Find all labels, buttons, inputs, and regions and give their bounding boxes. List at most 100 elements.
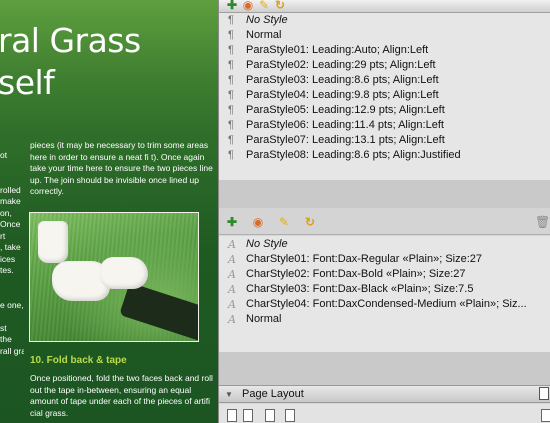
page-options-icon[interactable]: [285, 409, 295, 422]
pilcrow-icon: ¶: [228, 89, 234, 101]
style-list-item[interactable]: A CharStyle03: Font:Dax-Black «Plain»; Si…: [219, 282, 550, 297]
document-page: ral Grass self ot rolled make on, Once rt, ta…: [0, 0, 218, 423]
style-name: ParaStyle02: Leading:29 pts; Align:Left: [246, 59, 436, 71]
glove-left: [38, 221, 68, 263]
new-style-icon[interactable]: ✚: [225, 215, 239, 229]
left-column-fragment: rolled: [0, 184, 21, 195]
left-column-fragment: tes.: [0, 265, 14, 275]
load-styles-icon[interactable]: ◉: [241, 0, 255, 12]
body-paragraph-top: pieces (it may be necessary to trim some…: [30, 140, 213, 196]
style-name: CharStyle02: Font:Dax-Bold «Plain»; Size…: [246, 268, 466, 280]
new-style-icon[interactable]: ✚: [225, 0, 239, 12]
style-list-item[interactable]: A CharStyle02: Font:Dax-Bold «Plain»; Siz…: [219, 267, 550, 282]
heading-line-1: ral Grass: [0, 21, 141, 60]
paragraph-styles-toolbar: ✚ ◉ ✎ ↻: [219, 0, 550, 13]
list-empty-area: [219, 352, 550, 385]
style-list-item[interactable]: A Normal: [219, 312, 550, 327]
grass-edge-shadow: [119, 282, 198, 341]
style-name: CharStyle04: Font:DaxCondensed-Medium «P…: [246, 298, 527, 310]
style-list-item[interactable]: ¶ ParaStyle03: Leading:8.6 pts; Align:Lef…: [219, 73, 550, 88]
style-name: ParaStyle03: Leading:8.6 pts; Align:Left: [246, 74, 439, 86]
character-style-icon: A: [228, 268, 236, 281]
trash-icon[interactable]: 🗑: [535, 215, 550, 229]
style-name: ParaStyle07: Leading:13.1 pts; Align:Lef…: [246, 134, 445, 146]
style-list-item[interactable]: A No Style: [219, 237, 550, 252]
style-list-item[interactable]: ¶ ParaStyle07: Leading:13.1 pts; Align:Le…: [219, 133, 550, 148]
pilcrow-icon: ¶: [228, 44, 234, 56]
left-column-fragment: st: [0, 322, 7, 333]
style-list-item[interactable]: ¶ No Style: [219, 13, 550, 28]
left-column-fragment: , take: [0, 242, 21, 252]
step-subheading: 10. Fold back & tape: [30, 355, 127, 366]
pilcrow-icon: ¶: [228, 29, 234, 41]
article-heading: ral Grass self: [0, 20, 218, 104]
list-empty-area: [219, 180, 550, 208]
character-style-icon: A: [228, 313, 236, 326]
left-column-fragment: Once: [0, 219, 21, 229]
style-name: ParaStyle04: Leading:9.8 pts; Align:Left: [246, 89, 439, 101]
left-column-fragment: on,: [0, 207, 12, 218]
left-column-fragment: rt: [0, 230, 6, 241]
paragraph-styles-list: ¶ No Style ¶ Normal ¶ ParaStyle01: Leading:Au…: [219, 13, 550, 180]
style-name: CharStyle01: Font:Dax-Regular «Plain»; S…: [246, 253, 483, 265]
style-name: ParaStyle06: Leading:11.4 pts; Align:Lef…: [246, 119, 444, 131]
style-name: Normal: [246, 313, 282, 325]
style-list-item[interactable]: ¶ ParaStyle05: Leading:12.9 pts; Align:Le…: [219, 103, 550, 118]
new-master-icon[interactable]: [243, 409, 253, 422]
duplicate-page-icon[interactable]: [265, 409, 275, 422]
disclosure-triangle-icon[interactable]: ▼: [225, 386, 233, 403]
style-name: No Style: [246, 238, 288, 250]
glove-right: [100, 257, 148, 289]
left-column-fragment: e one,: [0, 299, 24, 310]
grass-photo: [29, 212, 199, 342]
left-column-fragment: rall grass: [0, 345, 24, 356]
style-name: ParaStyle01: Leading:Auto; Align:Left: [246, 44, 429, 56]
page-layout-title: Page Layout: [242, 388, 304, 400]
edit-style-icon[interactable]: ✎: [277, 215, 291, 229]
character-styles-toolbar: ✚ ◉ ✎ ↻ 🗑: [219, 208, 550, 235]
style-list-item[interactable]: ¶ ParaStyle01: Leading:Auto; Align:Left: [219, 43, 550, 58]
pilcrow-icon: ¶: [228, 149, 234, 161]
page-layout-toolbar: [219, 404, 550, 423]
style-list-item[interactable]: ¶ Normal: [219, 28, 550, 43]
character-styles-list: A No Style A CharStyle01: Font:Dax-Regular …: [219, 236, 550, 352]
left-column-text: ot rolled make on, Once rt, take ices tes. e one…: [0, 150, 24, 357]
heading-line-2: self: [0, 63, 55, 102]
character-style-icon: A: [228, 253, 236, 266]
panel-menu-icon[interactable]: [539, 387, 549, 400]
pilcrow-icon: ¶: [228, 14, 234, 26]
left-column-fragment: [0, 288, 24, 300]
new-page-icon[interactable]: [227, 409, 237, 422]
style-list-item[interactable]: ¶ ParaStyle04: Leading:9.8 pts; Align:Lef…: [219, 88, 550, 103]
redo-icon[interactable]: ↻: [273, 0, 287, 12]
style-list-item[interactable]: A CharStyle01: Font:Dax-Regular «Plain»; …: [219, 252, 550, 267]
style-list-item[interactable]: ¶ ParaStyle06: Leading:11.4 pts; Align:Le…: [219, 118, 550, 133]
page-trash-icon[interactable]: [541, 409, 550, 422]
character-style-icon: A: [228, 238, 236, 251]
load-styles-icon[interactable]: ◉: [251, 215, 265, 229]
styles-palette: ✚ ◉ ✎ ↻ ¶ No Style ¶ Normal ¶ ParaStyle01: Le…: [218, 0, 550, 423]
page-layout-panel-header[interactable]: ▼ Page Layout: [219, 385, 550, 403]
style-list-item[interactable]: A CharStyle04: Font:DaxCondensed-Medium «…: [219, 297, 550, 312]
left-column-fragment: [0, 277, 24, 289]
left-column-fragment: the: [0, 334, 12, 344]
edit-style-icon[interactable]: ✎: [257, 0, 271, 12]
left-column-fragment: make: [0, 196, 21, 206]
style-list-item[interactable]: ¶ ParaStyle08: Leading:8.6 pts; Align:Jus…: [219, 148, 550, 163]
character-style-icon: A: [228, 283, 236, 296]
body-paragraph-bottom: Once positioned, fold the two faces back…: [30, 373, 213, 418]
style-name: CharStyle03: Font:Dax-Black «Plain»; Siz…: [246, 283, 474, 295]
style-name: Normal: [246, 29, 282, 41]
pilcrow-icon: ¶: [228, 74, 234, 86]
style-name: No Style: [246, 14, 288, 26]
character-style-icon: A: [228, 298, 236, 311]
pilcrow-icon: ¶: [228, 134, 234, 146]
left-column-fragment: [0, 162, 24, 174]
pilcrow-icon: ¶: [228, 119, 234, 131]
style-list-item[interactable]: ¶ ParaStyle02: Leading:29 pts; Align:Left: [219, 58, 550, 73]
left-column-fragment: ot: [0, 150, 8, 160]
style-name: ParaStyle05: Leading:12.9 pts; Align:Lef…: [246, 104, 445, 116]
pilcrow-icon: ¶: [228, 59, 234, 71]
left-column-fragment: [0, 173, 24, 185]
redo-icon[interactable]: ↻: [303, 215, 317, 229]
